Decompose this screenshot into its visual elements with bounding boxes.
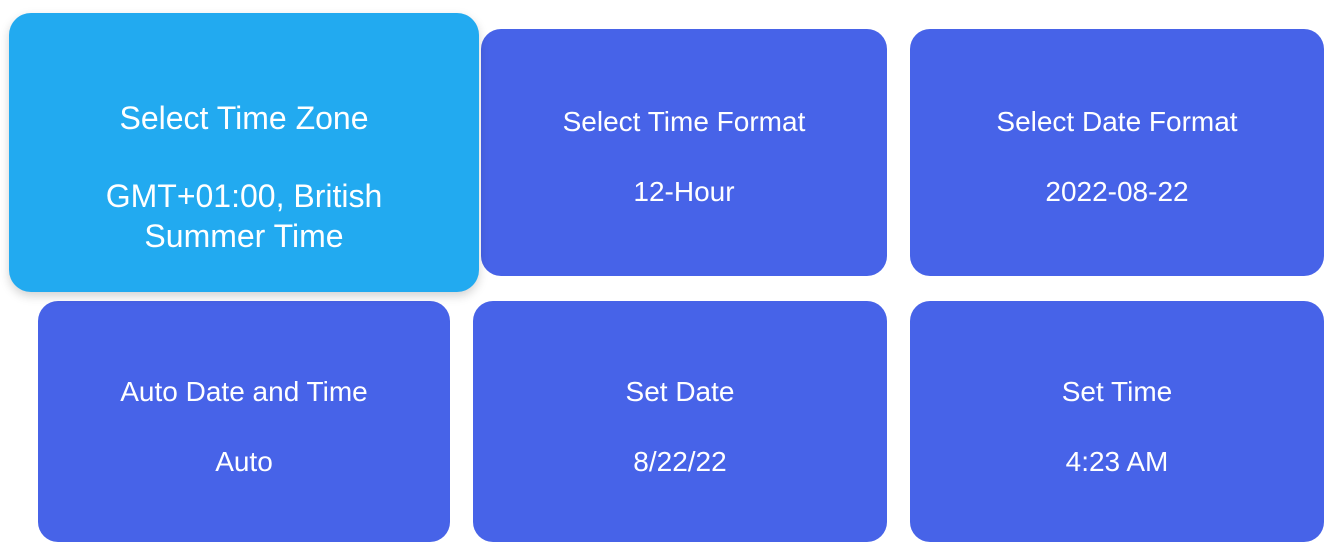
select-date-format-value: 2022-08-22 bbox=[1045, 176, 1189, 207]
auto-date-and-time-tile[interactable]: Auto Date and Time Auto bbox=[38, 301, 450, 542]
set-time-title: Set Time bbox=[1061, 376, 1173, 407]
set-date-value: 8/22/22 bbox=[633, 446, 727, 477]
select-date-format-tile[interactable]: Select Date Format 2022-08-22 bbox=[910, 29, 1324, 276]
set-date-tile[interactable]: Set Date 8/22/22 bbox=[473, 301, 887, 542]
date-time-settings-screen: Select Time Zone GMT+01:00, British Summ… bbox=[0, 0, 1325, 542]
select-time-zone-value: GMT+01:00, British Summer Time bbox=[105, 178, 383, 254]
set-date-title: Set Date bbox=[625, 376, 735, 407]
select-time-format-value: 12-Hour bbox=[633, 176, 735, 207]
select-time-format-title: Select Time Format bbox=[562, 106, 806, 137]
select-time-zone-tile[interactable]: Select Time Zone GMT+01:00, British Summ… bbox=[9, 13, 479, 292]
auto-date-and-time-title: Auto Date and Time bbox=[120, 376, 368, 407]
select-time-format-tile[interactable]: Select Time Format 12-Hour bbox=[481, 29, 887, 276]
set-time-value: 4:23 AM bbox=[1065, 446, 1169, 477]
auto-date-and-time-value: Auto bbox=[215, 446, 273, 477]
select-time-zone-title: Select Time Zone bbox=[119, 100, 369, 136]
set-time-tile[interactable]: Set Time 4:23 AM bbox=[910, 301, 1324, 542]
select-date-format-title: Select Date Format bbox=[996, 106, 1238, 137]
